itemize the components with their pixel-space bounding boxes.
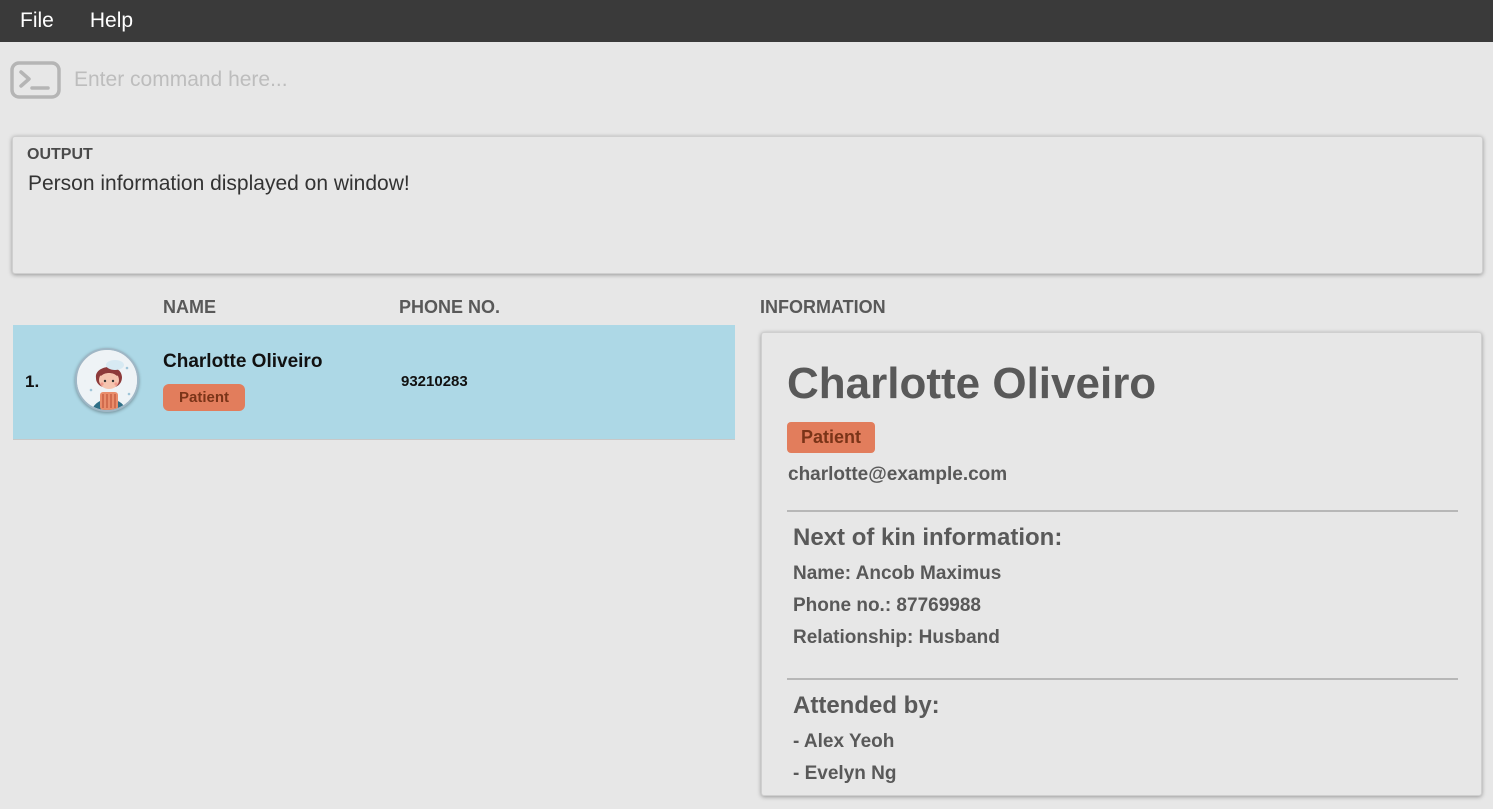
menu-bar: File Help: [0, 0, 1493, 42]
next-of-kin-title: Next of kin information:: [793, 524, 1063, 551]
person-name: Charlotte Oliveiro: [163, 351, 323, 372]
menu-file[interactable]: File: [0, 0, 54, 42]
divider: [787, 678, 1458, 680]
avatar: [75, 348, 139, 412]
terminal-icon: [10, 61, 61, 99]
attended-by-title: Attended by:: [793, 692, 940, 719]
info-tag: Patient: [787, 422, 876, 453]
attended-by-item: - Alex Yeoh: [793, 731, 895, 752]
column-header-name: NAME: [163, 297, 216, 317]
attended-by-item: - Evelyn Ng: [793, 763, 897, 784]
person-index: 1.: [25, 372, 40, 391]
information-header: INFORMATION: [760, 297, 886, 317]
person-tag: Patient: [163, 384, 246, 411]
output-panel: OUTPUT Person information displayed on w…: [12, 136, 1483, 274]
info-email: charlotte@example.com: [788, 464, 1008, 485]
avatar-illustration: [77, 350, 137, 410]
person-phone: 93210283: [401, 373, 468, 390]
kin-phone: Phone no.: 87769988: [793, 595, 981, 616]
command-input[interactable]: [66, 60, 1476, 100]
menu-help[interactable]: Help: [56, 0, 133, 42]
output-title: OUTPUT: [27, 146, 93, 163]
kin-name: Name: Ancob Maximus: [793, 563, 1002, 584]
info-person-name: Charlotte Oliveiro: [787, 359, 1157, 408]
information-panel: Charlotte Oliveiro Patient charlotte@exa…: [761, 332, 1482, 796]
column-header-phone: PHONE NO.: [399, 297, 501, 317]
divider: [787, 510, 1458, 512]
command-bar: [0, 50, 1493, 110]
person-list-item[interactable]: 1. Charlotte Oliveiro Patient 93210283: [13, 325, 735, 440]
output-message: Person information displayed on window!: [28, 172, 410, 195]
kin-relationship: Relationship: Husband: [793, 627, 1000, 648]
